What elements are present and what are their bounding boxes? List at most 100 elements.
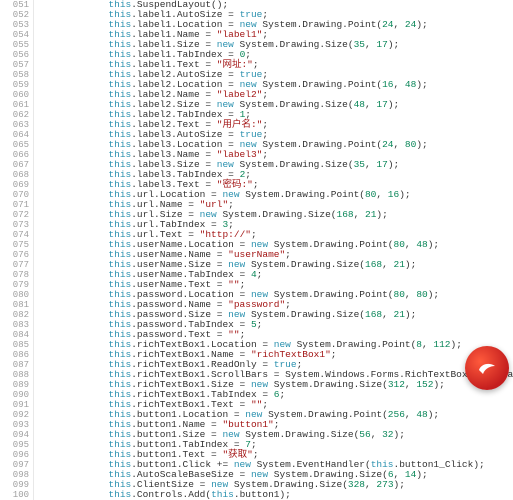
token-p: System.Drawing.Point( bbox=[262, 409, 387, 420]
token-num: 168 bbox=[365, 259, 382, 270]
token-p: ); bbox=[416, 139, 427, 150]
line-number: 068 bbox=[0, 170, 29, 180]
token-num: 16 bbox=[382, 79, 393, 90]
token-p: ); bbox=[388, 99, 399, 110]
token-p: , bbox=[365, 479, 376, 490]
token-p: , bbox=[394, 19, 405, 30]
token-num: 17 bbox=[376, 99, 387, 110]
line-number: 058 bbox=[0, 70, 29, 80]
token-p: ); bbox=[416, 19, 427, 30]
line-number-gutter: 0510520530540550560570580590600610620630… bbox=[0, 0, 34, 500]
token-p: ; bbox=[257, 269, 263, 280]
line-number: 094 bbox=[0, 430, 29, 440]
token-p: , bbox=[382, 309, 393, 320]
token-p: ); bbox=[388, 39, 399, 50]
token-p: System.Drawing.Size( bbox=[234, 99, 354, 110]
token-p: System.Drawing.Point( bbox=[240, 189, 365, 200]
token-p: System.Drawing.Size( bbox=[217, 209, 337, 220]
line-number: 072 bbox=[0, 210, 29, 220]
line-number: 079 bbox=[0, 280, 29, 290]
code-line[interactable]: this.Controls.Add(this.button1); bbox=[40, 490, 513, 500]
token-p: ); bbox=[388, 159, 399, 170]
line-number: 076 bbox=[0, 250, 29, 260]
token-num: 35 bbox=[354, 159, 365, 170]
token-num: 273 bbox=[376, 479, 393, 490]
token-num: 48 bbox=[405, 79, 416, 90]
line-number: 057 bbox=[0, 60, 29, 70]
line-number: 059 bbox=[0, 80, 29, 90]
token-p: ); bbox=[394, 479, 405, 490]
token-p: ); bbox=[394, 429, 405, 440]
code-area[interactable]: this.SuspendLayout(); this.label1.AutoSi… bbox=[34, 0, 513, 500]
line-number: 052 bbox=[0, 10, 29, 20]
line-number: 054 bbox=[0, 30, 29, 40]
token-num: 16 bbox=[388, 189, 399, 200]
line-number: 086 bbox=[0, 350, 29, 360]
line-number: 055 bbox=[0, 40, 29, 50]
token-num: 21 bbox=[365, 209, 376, 220]
token-p: ; bbox=[257, 319, 263, 330]
token-num: 112 bbox=[433, 339, 450, 350]
token-num: 168 bbox=[365, 309, 382, 320]
token-kw: this bbox=[108, 489, 131, 500]
token-num: 328 bbox=[348, 479, 365, 490]
token-num: 17 bbox=[376, 39, 387, 50]
token-num: 21 bbox=[394, 309, 405, 320]
line-number: 073 bbox=[0, 220, 29, 230]
token-num: 32 bbox=[382, 429, 393, 440]
token-num: 24 bbox=[382, 19, 393, 30]
line-number: 088 bbox=[0, 370, 29, 380]
code-viewport: 0510520530540550560570580590600610620630… bbox=[0, 0, 513, 500]
token-p: , bbox=[376, 189, 387, 200]
token-num: 80 bbox=[416, 289, 427, 300]
token-p: ); bbox=[428, 409, 439, 420]
line-number: 080 bbox=[0, 290, 29, 300]
line-number: 062 bbox=[0, 110, 29, 120]
line-number: 065 bbox=[0, 140, 29, 150]
swoosh-icon bbox=[475, 356, 499, 380]
token-num: 24 bbox=[405, 19, 416, 30]
line-number: 090 bbox=[0, 390, 29, 400]
token-p: , bbox=[394, 79, 405, 90]
token-p: , bbox=[371, 429, 382, 440]
line-number: 091 bbox=[0, 400, 29, 410]
token-p: , bbox=[405, 239, 416, 250]
token-p: , bbox=[365, 99, 376, 110]
token-num: 14 bbox=[405, 469, 416, 480]
token-num: 312 bbox=[388, 379, 405, 390]
token-num: 35 bbox=[354, 39, 365, 50]
line-number: 089 bbox=[0, 380, 29, 390]
token-p: ; bbox=[331, 349, 337, 360]
line-number: 070 bbox=[0, 190, 29, 200]
token-p: System.Drawing.Size( bbox=[240, 429, 360, 440]
line-number: 069 bbox=[0, 180, 29, 190]
token-p: System.Drawing.Point( bbox=[257, 19, 382, 30]
token-p: ); bbox=[376, 209, 387, 220]
token-p: .button1); bbox=[234, 489, 291, 500]
token-num: 17 bbox=[376, 159, 387, 170]
floating-logo-badge[interactable] bbox=[465, 346, 509, 390]
line-number: 095 bbox=[0, 440, 29, 450]
line-number: 063 bbox=[0, 120, 29, 130]
line-number: 081 bbox=[0, 300, 29, 310]
token-p: ); bbox=[399, 189, 410, 200]
line-number: 060 bbox=[0, 90, 29, 100]
token-p: , bbox=[405, 289, 416, 300]
line-number: 097 bbox=[0, 460, 29, 470]
token-num: 48 bbox=[416, 409, 427, 420]
line-number: 064 bbox=[0, 130, 29, 140]
line-number: 100 bbox=[0, 490, 29, 500]
token-p: ); bbox=[428, 289, 439, 300]
token-p: System.Drawing.Point( bbox=[257, 79, 382, 90]
token-num: 80 bbox=[394, 239, 405, 250]
token-num: 80 bbox=[365, 189, 376, 200]
line-number: 082 bbox=[0, 310, 29, 320]
token-p: ); bbox=[428, 239, 439, 250]
line-number: 075 bbox=[0, 240, 29, 250]
token-num: 24 bbox=[382, 139, 393, 150]
token-p: System.Drawing.Size( bbox=[245, 259, 365, 270]
token-p: System.Drawing.Size( bbox=[268, 379, 388, 390]
token-p: , bbox=[382, 259, 393, 270]
line-number: 051 bbox=[0, 0, 29, 10]
line-number: 074 bbox=[0, 230, 29, 240]
